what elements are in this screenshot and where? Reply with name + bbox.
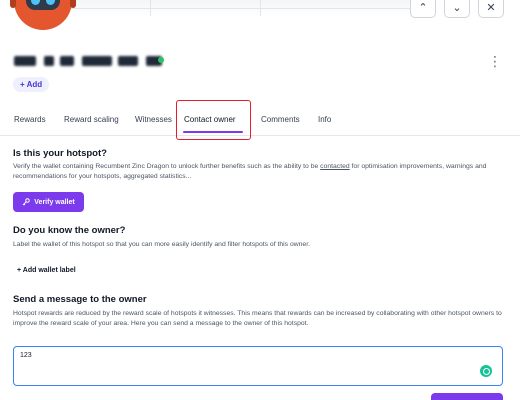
more-options-icon[interactable]: ⋮: [488, 54, 502, 68]
hotspot-section-title: Is this your hotspot?: [13, 148, 107, 159]
tab-reward-scaling[interactable]: Reward scaling: [64, 115, 119, 124]
send-message-button[interactable]: [431, 393, 503, 400]
contacted-link[interactable]: contacted: [320, 163, 349, 170]
tab-comments[interactable]: Comments: [261, 115, 300, 124]
add-wallet-label-button[interactable]: + Add wallet label: [13, 262, 80, 278]
verify-wallet-label: Verify wallet: [34, 198, 75, 206]
highlight-annotation: [176, 100, 251, 140]
owner-section-title: Do you know the owner?: [13, 225, 126, 236]
grammarly-icon[interactable]: [480, 365, 492, 377]
message-section-description: Hotspot rewards are reduced by the rewar…: [13, 310, 502, 327]
tab-rewards[interactable]: Rewards: [14, 115, 46, 124]
add-tag-button[interactable]: + Add: [13, 77, 50, 92]
avatar-visor: [26, 0, 60, 10]
hotspot-name-redacted: [14, 56, 174, 68]
description-text: Verify the wallet containing Recumbent Z…: [13, 163, 321, 170]
page: ⌃ ⌄ ✕ ⋮ + Add Rewards Reward scaling Wit…: [0, 0, 520, 400]
tab-bar: Rewards Reward scaling Witnesses Contact…: [0, 100, 520, 136]
owner-section-description: Label the wallet of this hotspot so that…: [13, 241, 310, 248]
map-background: [70, 0, 420, 16]
avatar-ear-right: [70, 0, 76, 8]
tab-info[interactable]: Info: [318, 115, 331, 124]
hotspot-navigation: ⌃ ⌄ ✕: [410, 0, 504, 18]
message-section-title: Send a message to the owner: [13, 294, 147, 305]
message-input-value: 123: [20, 352, 32, 359]
avatar-eye-right: [46, 0, 55, 5]
hotspot-avatar: [10, 0, 76, 30]
avatar-ear-left: [10, 0, 16, 8]
hotspot-section-description: Verify the wallet containing Recumbent Z…: [13, 162, 508, 182]
message-input[interactable]: 123: [13, 346, 503, 386]
tab-witnesses[interactable]: Witnesses: [135, 115, 172, 124]
key-icon: [22, 198, 31, 206]
online-status-dot: [158, 57, 164, 63]
previous-hotspot-button[interactable]: ⌃: [410, 0, 436, 18]
next-hotspot-button[interactable]: ⌄: [444, 0, 470, 18]
close-button[interactable]: ✕: [478, 0, 504, 18]
avatar-eye-left: [31, 0, 40, 5]
verify-wallet-button[interactable]: Verify wallet: [13, 192, 84, 212]
